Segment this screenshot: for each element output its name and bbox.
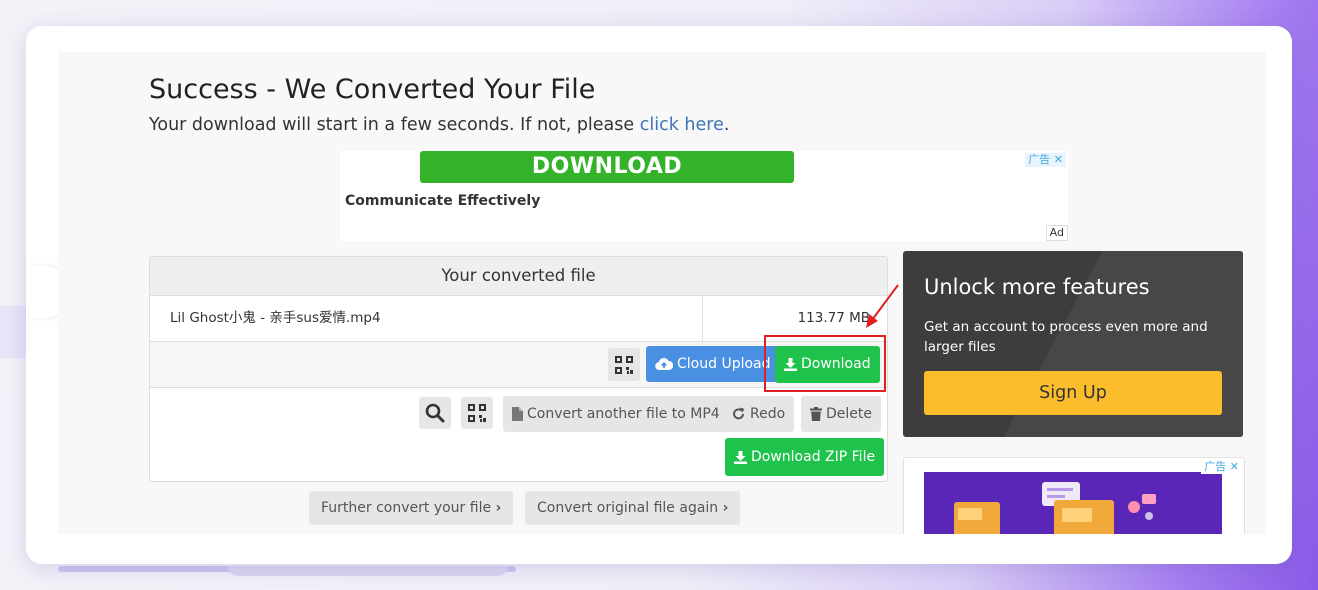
cloud-upload-button[interactable]: Cloud Upload	[646, 346, 780, 382]
redo-button[interactable]: Redo	[723, 396, 795, 432]
cloud-upload-icon	[655, 357, 673, 371]
background-bar	[228, 566, 508, 576]
ad-label: Ad	[1045, 225, 1068, 241]
ad-banner[interactable]: DOWNLOAD Communicate Effectively 广告 ✕ Ad	[340, 151, 1068, 241]
page-title: Success - We Converted Your File	[149, 74, 596, 105]
trash-icon	[810, 407, 822, 421]
click-here-link[interactable]: click here	[640, 115, 724, 135]
ad-illustration-icon	[954, 482, 1156, 534]
delete-label: Delete	[826, 406, 872, 422]
qr-code-icon	[468, 404, 486, 422]
qr-code-button[interactable]	[608, 348, 640, 381]
convert-original-button[interactable]: Convert original file again ›	[525, 491, 741, 525]
redo-label: Redo	[750, 406, 786, 422]
search-icon	[425, 403, 445, 423]
subtitle-text: Your download will start in a few second…	[149, 115, 640, 135]
further-convert-label: Further convert your file	[321, 500, 492, 516]
sign-up-button[interactable]: Sign Up	[924, 371, 1222, 415]
download-zip-label: Download ZIP File	[751, 449, 876, 465]
cloud-upload-label: Cloud Upload	[677, 356, 771, 372]
convert-another-button[interactable]: Convert another file to MP4	[503, 396, 729, 432]
ad-download-button[interactable]: DOWNLOAD	[420, 151, 794, 183]
content-area: Success - We Converted Your File Your do…	[58, 52, 1266, 534]
qr-code-icon	[615, 356, 633, 374]
side-ad[interactable]: 广告 ✕	[903, 457, 1245, 534]
ad-close-icon[interactable]: 广告 ✕	[1201, 460, 1242, 474]
further-convert-button[interactable]: Further convert your file ›	[309, 491, 514, 525]
download-icon	[734, 450, 747, 464]
redo-icon	[733, 407, 745, 420]
chevron-right-icon: ›	[495, 500, 502, 516]
ad-text: Communicate Effectively	[345, 193, 541, 209]
unlock-features-box: Unlock more features Get an account to p…	[903, 251, 1243, 437]
unlock-description: Get an account to process even more and …	[924, 319, 1208, 355]
chevron-right-icon: ›	[722, 500, 729, 516]
search-button[interactable]	[419, 397, 451, 429]
convert-another-label: Convert another file to MP4	[527, 406, 720, 422]
panel-heading: Your converted file	[150, 257, 887, 296]
file-name: Lil Ghost小鬼 - 亲手sus爱情.mp4	[170, 310, 381, 326]
side-ad-image[interactable]	[924, 472, 1222, 534]
file-icon	[512, 407, 523, 421]
ad-close-icon[interactable]: 广告 ✕	[1025, 153, 1066, 167]
tools-row: Convert another file to MP4 Redo Delete …	[150, 388, 887, 480]
convert-original-label: Convert original file again	[537, 500, 719, 516]
pointer-arrow-icon	[866, 284, 899, 328]
subtitle-end: .	[723, 115, 730, 135]
download-zip-button[interactable]: Download ZIP File	[725, 438, 885, 476]
download-highlight-box	[764, 335, 886, 392]
page-subtitle: Your download will start in a few second…	[149, 115, 729, 135]
unlock-heading: Unlock more features	[924, 275, 1150, 299]
qr-code-button[interactable]	[461, 397, 493, 429]
delete-button[interactable]: Delete	[801, 396, 881, 432]
